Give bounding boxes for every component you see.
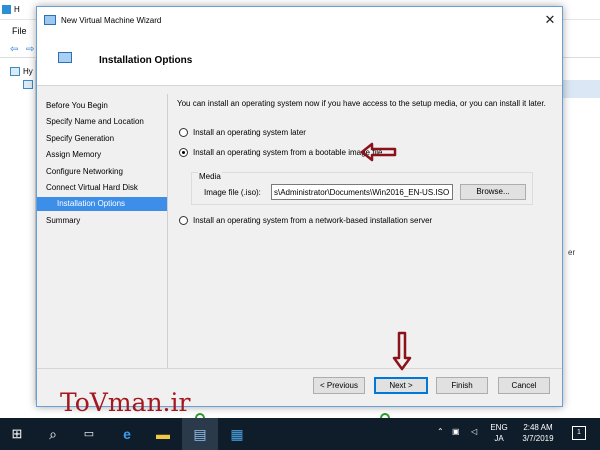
nav-item-assign-memory[interactable]: Assign Memory: [37, 148, 167, 162]
footer-divider: [37, 368, 562, 369]
nav-item-installation-options[interactable]: Installation Options: [37, 197, 167, 211]
watermark-text: ToVman.ir: [60, 388, 191, 417]
language-code: ENG: [490, 423, 508, 432]
back-arrow-icon[interactable]: ⇦: [10, 44, 18, 55]
keyboard-layout: JA: [494, 434, 504, 443]
virtual-machine-icon: [44, 15, 56, 25]
wizard-header: Installation Options: [37, 34, 562, 86]
new-virtual-machine-wizard: New Virtual Machine Wizard ✕ Installatio…: [36, 6, 563, 407]
file-explorer-icon[interactable]: ▬: [154, 425, 172, 443]
media-group: Media Image file (.iso): s\Administrator…: [191, 172, 533, 205]
language-indicator[interactable]: ENG JA: [488, 422, 510, 444]
navigation-tree: Hy: [0, 60, 36, 400]
tree-item-hyper-v[interactable]: Hy: [23, 67, 33, 76]
taskbar: ⊞ ⌕ ▭ e ▬ ▤ ▦ ⌃ ▣ ◁ ENG JA 2:48 AM 3/7/2…: [0, 418, 600, 450]
option-install-from-network-label[interactable]: Install an operating system from a netwo…: [193, 216, 432, 225]
nav-item-configure-networking[interactable]: Configure Networking: [37, 165, 167, 179]
windows-start-icon[interactable]: ⊞: [8, 425, 26, 443]
notifications-icon[interactable]: 1: [572, 426, 586, 440]
network-icon[interactable]: ▣: [452, 427, 460, 436]
clock-date: 3/7/2019: [522, 434, 554, 443]
nav-divider: [167, 94, 168, 368]
nav-item-connect-virtual-hard-disk[interactable]: Connect Virtual Hard Disk: [37, 181, 167, 195]
hyper-v-manager-icon: [10, 67, 20, 76]
task-view-icon[interactable]: ▭: [80, 425, 98, 443]
hyper-v-app-icon: [2, 5, 11, 14]
nav-item-before-you-begin[interactable]: Before You Begin: [37, 99, 167, 113]
actions-pane: er: [562, 60, 600, 400]
menu-file[interactable]: File: [12, 26, 27, 36]
close-icon[interactable]: ✕: [542, 12, 558, 28]
server-manager-icon[interactable]: ▤: [191, 425, 209, 443]
actions-header: [563, 80, 600, 98]
annotation-arrow-down-icon: [392, 331, 412, 371]
option-install-later-label[interactable]: Install an operating system later: [193, 128, 306, 137]
wizard-titlebar: New Virtual Machine Wizard ✕: [37, 7, 562, 34]
annotation-arrow-left-icon: [360, 142, 397, 162]
previous-button[interactable]: < Previous: [313, 377, 365, 394]
hyper-v-manager-icon[interactable]: ▦: [228, 425, 246, 443]
option-install-from-image-label[interactable]: Install an operating system from a boota…: [193, 148, 382, 157]
cancel-button[interactable]: Cancel: [498, 377, 550, 394]
volume-icon[interactable]: ◁: [471, 427, 477, 436]
radio-install-later[interactable]: [179, 128, 188, 137]
clock-time: 2:48 AM: [523, 423, 553, 432]
browse-button[interactable]: Browse...: [460, 184, 526, 200]
media-legend: Media: [198, 172, 222, 181]
server-icon[interactable]: [23, 80, 33, 89]
actions-pane-item[interactable]: er: [568, 248, 575, 257]
nav-item-summary[interactable]: Summary: [37, 214, 167, 228]
radio-install-from-network[interactable]: [179, 216, 188, 225]
search-icon[interactable]: ⌕: [44, 425, 62, 443]
internet-explorer-icon[interactable]: e: [118, 425, 136, 443]
radio-install-from-image[interactable]: [179, 148, 188, 157]
page-title: Installation Options: [99, 55, 193, 66]
next-button[interactable]: Next >: [374, 377, 428, 394]
virtual-machine-icon: [58, 52, 72, 63]
wizard-window-title: New Virtual Machine Wizard: [61, 16, 162, 25]
image-file-input[interactable]: s\Administrator\Documents\Win2016_EN-US.…: [271, 184, 453, 200]
forward-arrow-icon[interactable]: ⇨: [26, 44, 34, 55]
chevron-up-icon[interactable]: ⌃: [437, 427, 444, 436]
nav-item-specify-generation[interactable]: Specify Generation: [37, 132, 167, 146]
image-file-label: Image file (.iso):: [204, 188, 261, 197]
nav-item-specify-name-location[interactable]: Specify Name and Location: [37, 115, 167, 129]
clock[interactable]: 2:48 AM 3/7/2019: [517, 422, 559, 444]
background-title: H: [14, 5, 20, 14]
finish-button[interactable]: Finish: [436, 377, 488, 394]
intro-text: You can install an operating system now …: [177, 99, 546, 108]
